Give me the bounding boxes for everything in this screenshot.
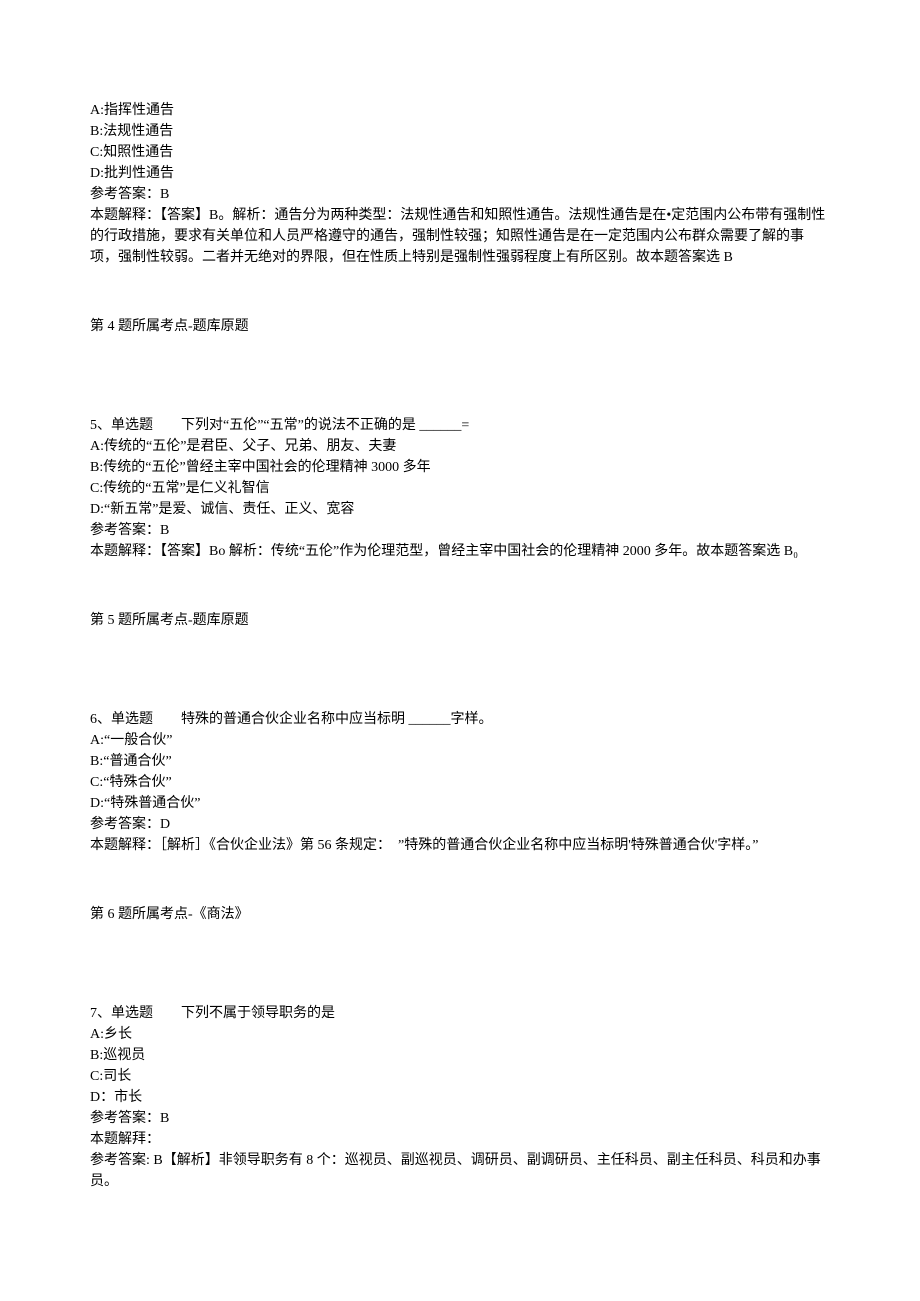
document-page: A:指挥性通告 B:法规性通告 C:知照性通告 D:批判性通告 参考答案：B 本… [0,0,920,1301]
option-c: C:知照性通告 [90,142,830,163]
question-stem: 7、单选题 下列不属于领导职务的是 [90,1003,830,1024]
explanation-label: 本题解拜： [90,1129,830,1150]
explanation-text: 参考答案: B【解析】非领导职务有 8 个：巡视员、副巡视员、调研员、副调研员、… [90,1150,830,1192]
question-7-block: 7、单选题 下列不属于领导职务的是 A:乡长 B:巡视员 C:司长 D：市长 参… [90,1003,830,1192]
question-5-block: 5、单选题 下列对“五伦”“五常”的说法不正确的是 ______= A:传统的“… [90,415,830,562]
option-a: A:乡长 [90,1024,830,1045]
option-a: A:传统的“五伦”是君臣、父子、兄弟、朋友、夫妻 [90,436,830,457]
option-b: B:巡视员 [90,1045,830,1066]
question-5-topic: 第 5 题所属考点-题库原题 [90,610,830,631]
option-b: B:法规性通告 [90,121,830,142]
option-a: A:“一般合伙” [90,730,830,751]
option-d: D:批判性通告 [90,163,830,184]
option-c: C:传统的“五常”是仁义礼智信 [90,478,830,499]
reference-answer: 参考答案：B [90,184,830,205]
question-4-topic: 第 4 题所属考点-题库原题 [90,316,830,337]
option-a: A:指挥性通告 [90,100,830,121]
option-b: B:“普通合伙” [90,751,830,772]
reference-answer: 参考答案：B [90,520,830,541]
explanation-text: 本题解释：［解析］《合伙企业法》第 56 条规定： ”特殊的普通合伙企业名称中应… [90,835,830,856]
option-c: C:司长 [90,1066,830,1087]
question-stem: 5、单选题 下列对“五伦”“五常”的说法不正确的是 ______= [90,415,830,436]
option-d: D:“新五常”是爱、诚信、责任、正义、宽容 [90,499,830,520]
option-b: B:传统的“五伦”曾经主宰中国社会的伦理精神 3000 多年 [90,457,830,478]
question-6-block: 6、单选题 特殊的普通合伙企业名称中应当标明 ______字样。 A:“一般合伙… [90,709,830,856]
reference-answer: 参考答案：D [90,814,830,835]
explanation-text: 本题解释：【答案】B。解析：通告分为两种类型：法规性通告和知照性通告。法规性通告… [90,205,830,268]
explanation-text: 本题解释：【答案】Bo 解析：传统“五伦”作为伦理范型，曾经主宰中国社会的伦理精… [90,541,830,562]
question-stem: 6、单选题 特殊的普通合伙企业名称中应当标明 ______字样。 [90,709,830,730]
option-c: C:“特殊合伙” [90,772,830,793]
question-4-block: A:指挥性通告 B:法规性通告 C:知照性通告 D:批判性通告 参考答案：B 本… [90,100,830,268]
reference-answer: 参考答案：B [90,1108,830,1129]
question-6-topic: 第 6 题所属考点-《商法》 [90,904,830,925]
option-d: D:“特殊普通合伙” [90,793,830,814]
option-d: D：市长 [90,1087,830,1108]
